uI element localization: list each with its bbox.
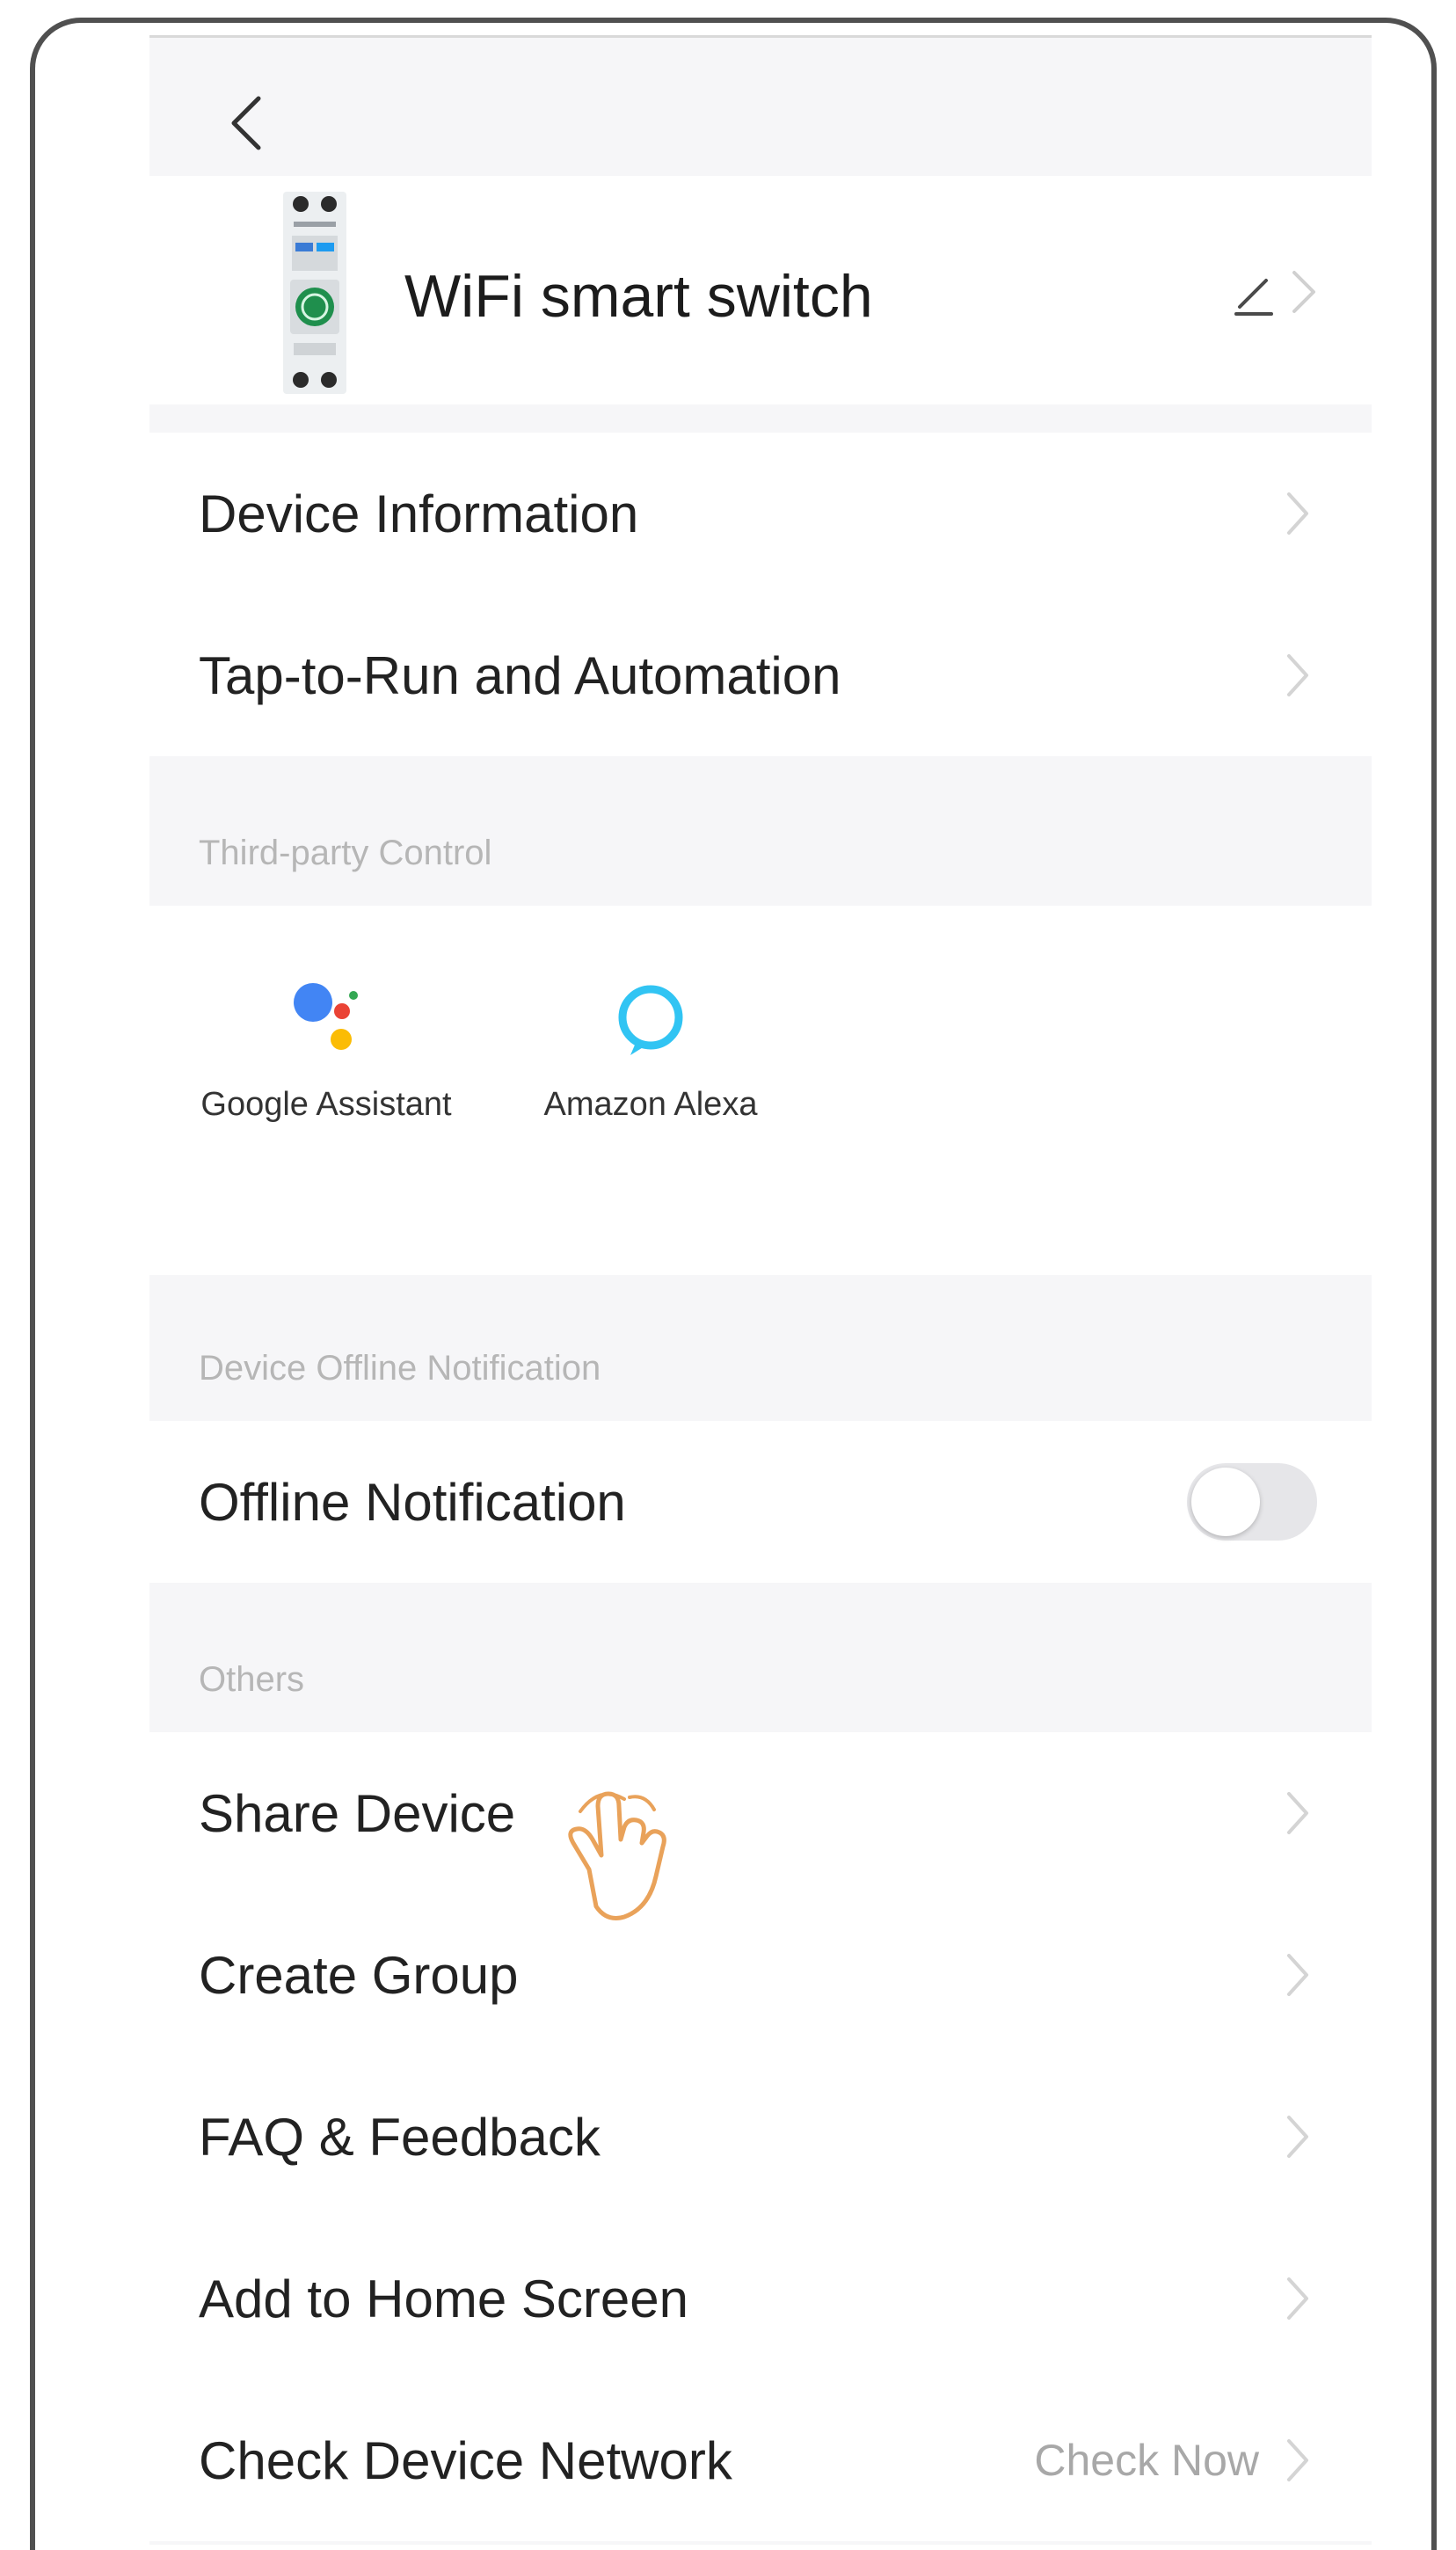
chevron-right-icon <box>1287 1954 1308 1996</box>
google-assistant-label: Google Assistant <box>200 1086 452 1123</box>
others-list: Share Device Create Group FAQ & Feedback… <box>149 1732 1372 2541</box>
chevron-right-icon <box>1292 271 1315 313</box>
check-device-network-row[interactable]: Check Device Network Check Now <box>149 2379 1372 2541</box>
main-settings-list: Device Information Tap-to-Run and Automa… <box>149 433 1372 756</box>
device-thumbnail-icon <box>283 192 346 394</box>
check-now-link[interactable]: Check Now <box>1034 2435 1259 2486</box>
row-label: Device Information <box>199 484 639 543</box>
tap-to-run-row[interactable]: Tap-to-Run and Automation <box>149 594 1372 756</box>
toggle-knob <box>1191 1468 1260 1536</box>
google-assistant-item[interactable]: Google Assistant <box>199 969 454 1124</box>
device-settings-screen: WiFi smart switch Device Information Tap… <box>149 35 1372 2545</box>
offline-notification-toggle[interactable] <box>1187 1463 1317 1541</box>
back-button[interactable] <box>211 88 281 158</box>
chevron-right-icon <box>1287 2439 1308 2481</box>
third-party-control-section: Google Assistant Amazon Alexa <box>149 906 1372 1275</box>
third-party-section-title: Third-party Control <box>199 834 492 872</box>
row-label: Share Device <box>199 1783 516 1843</box>
top-divider <box>149 35 1372 38</box>
chevron-right-icon <box>1287 2277 1308 2320</box>
row-label: Tap-to-Run and Automation <box>199 645 841 705</box>
device-name: WiFi smart switch <box>404 263 873 330</box>
others-section-title: Others <box>199 1660 305 1699</box>
offline-notification-row: Offline Notification <box>149 1421 1372 1583</box>
amazon-alexa-icon <box>618 985 683 1055</box>
offline-section-title: Device Offline Notification <box>199 1349 601 1388</box>
offline-notification-section: Offline Notification <box>149 1421 1372 1583</box>
edit-pencil-icon[interactable] <box>1231 268 1280 317</box>
share-device-row[interactable]: Share Device <box>149 1732 1372 1894</box>
chevron-right-icon <box>1287 492 1308 535</box>
row-label: Create Group <box>199 1945 519 2005</box>
device-header[interactable]: WiFi smart switch <box>149 176 1372 404</box>
chevron-left-icon <box>231 96 261 150</box>
row-label: Add to Home Screen <box>199 2269 688 2328</box>
amazon-alexa-label: Amazon Alexa <box>543 1086 758 1123</box>
chevron-right-icon <box>1287 654 1308 696</box>
amazon-alexa-item[interactable]: Amazon Alexa <box>519 969 783 1124</box>
row-label: Offline Notification <box>199 1472 626 1532</box>
add-to-home-screen-row[interactable]: Add to Home Screen <box>149 2218 1372 2379</box>
row-label: FAQ & Feedback <box>199 2107 601 2167</box>
create-group-row[interactable]: Create Group <box>149 1894 1372 2056</box>
google-assistant-icon <box>294 983 358 1050</box>
device-information-row[interactable]: Device Information <box>149 433 1372 594</box>
chevron-right-icon <box>1287 2116 1308 2158</box>
tap-hand-pointer-icon <box>568 1791 666 1920</box>
chevron-right-icon <box>1287 1792 1308 1834</box>
faq-feedback-row[interactable]: FAQ & Feedback <box>149 2056 1372 2218</box>
row-label: Check Device Network <box>199 2430 732 2490</box>
